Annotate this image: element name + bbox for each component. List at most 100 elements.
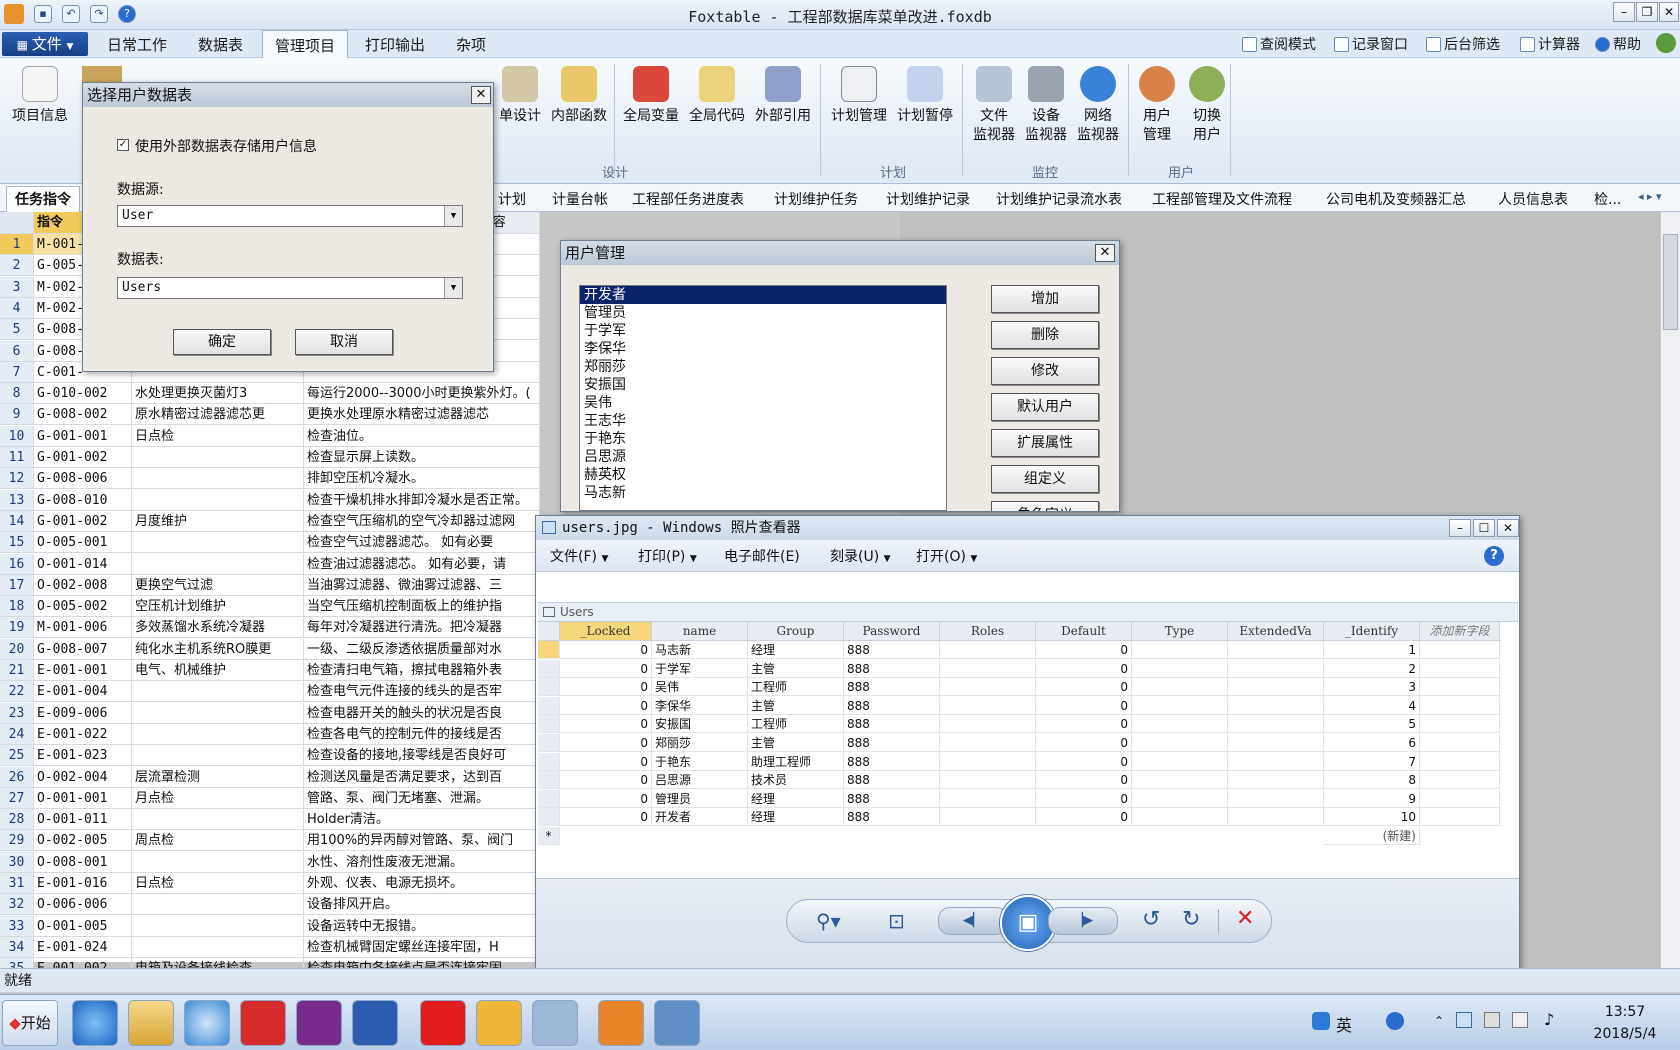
- network-monitor-button[interactable]: 网络 监视器: [1072, 66, 1124, 145]
- zoom-icon[interactable]: ⚲▾: [816, 909, 841, 933]
- grid-cell-name[interactable]: 电气、机械维护: [132, 660, 304, 681]
- viewer-menu-open[interactable]: 打开(O) ▼: [916, 546, 977, 566]
- grid-cell-content[interactable]: 一级、二级反渗透依据质量部对水: [304, 638, 540, 660]
- row-number[interactable]: 29: [0, 830, 34, 852]
- cancel-button[interactable]: 取消: [295, 329, 393, 355]
- extended-attr-button[interactable]: 扩展属性: [991, 429, 1099, 457]
- grid-cell-name[interactable]: [132, 894, 304, 916]
- grid-cell-name[interactable]: 纯化水主机系统RO膜更: [132, 638, 304, 660]
- grid-cell-name[interactable]: 周点检: [132, 830, 304, 852]
- restore-button[interactable]: ❐: [1636, 2, 1658, 22]
- grid-cell-name[interactable]: [132, 702, 304, 724]
- row-number[interactable]: 3: [0, 276, 34, 298]
- grid-cell-code[interactable]: O-001-001: [34, 787, 132, 809]
- scrollbar-thumb[interactable]: [1663, 234, 1678, 330]
- grid-cell-code[interactable]: E-009-006: [34, 702, 132, 724]
- grid-cell-code[interactable]: O-001-011: [34, 809, 132, 831]
- row-number[interactable]: 18: [0, 596, 34, 618]
- grid-cell-code[interactable]: O-001-014: [34, 553, 132, 575]
- grid-cell-name[interactable]: 水处理更换灭菌灯3: [132, 383, 304, 405]
- grid-cell-name[interactable]: 日点检: [132, 873, 304, 894]
- grid-cell-name[interactable]: [132, 447, 304, 468]
- grid-cell-name[interactable]: [132, 915, 304, 937]
- ime-indicator[interactable]: 英: [1336, 1012, 1352, 1036]
- dialog-close-button[interactable]: ✕: [1095, 244, 1115, 262]
- grid-cell-content[interactable]: 检查电气元件连接的线头的是否牢: [304, 681, 540, 703]
- default-user-button[interactable]: 默认用户: [991, 393, 1099, 421]
- device-monitor-button[interactable]: 设备 监视器: [1020, 66, 1072, 145]
- grid-cell-content[interactable]: 检查清扫电气箱，擦拭电器箱外表: [304, 660, 540, 681]
- switch-user-button[interactable]: 切换 用户: [1182, 66, 1232, 145]
- grid-cell-content[interactable]: 检查显示屏上读数。: [304, 447, 540, 468]
- row-number[interactable]: 24: [0, 723, 34, 745]
- grid-cell-content[interactable]: 每运行2000--3000小时更换紫外灯。(: [304, 383, 540, 405]
- grid-cell-name[interactable]: 原水精密过滤器滤芯更: [132, 404, 304, 426]
- external-reference-button[interactable]: 外部引用: [750, 66, 816, 126]
- user-list-item[interactable]: 李保华: [580, 340, 946, 358]
- row-number[interactable]: 27: [0, 787, 34, 809]
- rotate-left-icon[interactable]: ↺: [1142, 907, 1160, 932]
- row-number[interactable]: 20: [0, 638, 34, 660]
- background-filter-button[interactable]: 后台筛选: [1426, 34, 1500, 54]
- photo-viewer-task-icon[interactable]: [654, 1000, 700, 1046]
- grid-cell-content[interactable]: 检查设备的接地,接零线是否良好可: [304, 745, 540, 767]
- solidworks-icon[interactable]: [240, 1000, 286, 1046]
- table-tab-plan[interactable]: 计划: [498, 189, 526, 209]
- row-number[interactable]: 19: [0, 617, 34, 639]
- grid-cell-content[interactable]: 用100%的异丙醇对管路、泵、阀门: [304, 830, 540, 852]
- onenote-icon[interactable]: [296, 1000, 342, 1046]
- table-tab-personnel[interactable]: 人员信息表: [1498, 189, 1568, 209]
- tray-app-icon[interactable]: [1456, 1012, 1472, 1028]
- global-code-button[interactable]: 全局代码: [684, 66, 750, 126]
- user-list-item[interactable]: 赫英权: [580, 466, 946, 484]
- viewer-help-icon[interactable]: ?: [1484, 546, 1504, 566]
- grid-cell-name[interactable]: [132, 745, 304, 767]
- grid-cell-code[interactable]: M-001-006: [34, 617, 132, 639]
- table-tab-maintenance-task[interactable]: 计划维护任务: [774, 189, 858, 209]
- grid-cell-content[interactable]: 排卸空压机冷凝水。: [304, 468, 540, 490]
- grid-cell-name[interactable]: [132, 468, 304, 490]
- grid-cell-name[interactable]: 多效蒸馏水系统冷凝器: [132, 617, 304, 639]
- user-list-item[interactable]: 开发者: [580, 286, 946, 304]
- grid-cell-name[interactable]: 日点检: [132, 425, 304, 447]
- external-table-checkbox[interactable]: ✓: [117, 139, 129, 151]
- row-number[interactable]: 22: [0, 681, 34, 703]
- grid-cell-name[interactable]: [132, 936, 304, 958]
- user-list-item[interactable]: 于艳东: [580, 430, 946, 448]
- grid-cell-content[interactable]: 管路、泵、阀门无堵塞、泄漏。: [304, 787, 540, 809]
- grid-cell-content[interactable]: 检查各电气的控制元件的接线是否: [304, 723, 540, 745]
- grid-cell-content[interactable]: 更换水处理原水精密过滤器滤芯: [304, 404, 540, 426]
- row-number[interactable]: 9: [0, 404, 34, 426]
- tray-flag-icon[interactable]: [1484, 1012, 1500, 1028]
- folder-icon[interactable]: [128, 1000, 174, 1046]
- row-number[interactable]: 30: [0, 851, 34, 873]
- global-variable-button[interactable]: 全局变量: [618, 66, 684, 126]
- grid-cell-name[interactable]: [132, 809, 304, 831]
- viewer-menu-file[interactable]: 文件(F) ▼: [550, 546, 608, 566]
- grid-cell-name[interactable]: [132, 489, 304, 511]
- row-number[interactable]: 5: [0, 319, 34, 341]
- grid-cell-content[interactable]: 设备运转中无报错。: [304, 915, 540, 937]
- ok-button[interactable]: 确定: [173, 329, 271, 355]
- grid-cell-content[interactable]: 检查干燥机排水排卸冷凝水是否正常。: [304, 489, 540, 511]
- help-tray-icon[interactable]: [1386, 1012, 1404, 1030]
- viewer-menu-burn[interactable]: 刻录(U) ▼: [830, 546, 891, 566]
- table-tab-doc-flow[interactable]: 工程部管理及文件流程: [1152, 189, 1292, 209]
- camera-icon[interactable]: [532, 1000, 578, 1046]
- grid-cell-content[interactable]: 每年对冷凝器进行清洗。把冷凝器: [304, 617, 540, 639]
- grid-cell-name[interactable]: 月度维护: [132, 510, 304, 532]
- clock-time[interactable]: 13:57: [1590, 1004, 1660, 1020]
- network-icon[interactable]: [1512, 1012, 1528, 1028]
- grid-cell-content[interactable]: 检查电器开关的触头的状况是否良: [304, 702, 540, 724]
- viewer-menu-print[interactable]: 打印(P) ▼: [638, 546, 697, 566]
- row-number[interactable]: 8: [0, 383, 34, 405]
- user-list-item[interactable]: 管理员: [580, 304, 946, 322]
- add-user-button[interactable]: 增加: [991, 285, 1099, 313]
- table-tab-more[interactable]: 检...: [1594, 189, 1621, 209]
- clock-date[interactable]: 2018/5/4: [1580, 1026, 1670, 1042]
- grid-cell-code[interactable]: O-008-001: [34, 851, 132, 873]
- role-define-button[interactable]: 角色定义: [991, 501, 1099, 511]
- vertical-scrollbar[interactable]: [1660, 212, 1680, 968]
- minimize-button[interactable]: –: [1613, 2, 1635, 22]
- grid-cell-name[interactable]: [132, 723, 304, 745]
